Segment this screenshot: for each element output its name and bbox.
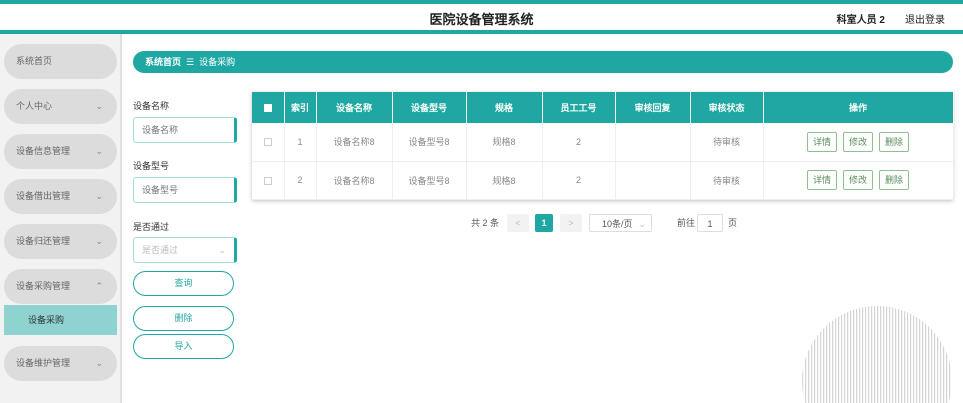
col-header: 操作 xyxy=(763,92,954,123)
device-model-input[interactable] xyxy=(133,177,237,203)
chevron-down-icon: ⌄ xyxy=(218,245,226,255)
sidebar-item-label: 设备采购管理 xyxy=(16,281,71,291)
row-checkbox[interactable] xyxy=(263,138,272,147)
row-checkbox[interactable] xyxy=(263,176,272,185)
cell-actions: 详情 修改 删除 xyxy=(763,161,954,200)
pass-label: 是否通过 xyxy=(133,222,170,232)
table-row: 1 设备名称8 设备型号8 规格8 2 待审核 详情 修改 删除 xyxy=(252,123,954,162)
sidebar-item-device-return[interactable]: 设备归还管理 ⌄ xyxy=(4,224,117,259)
breadcrumb-home[interactable]: 系统首页 xyxy=(145,57,181,67)
cell-model: 设备型号8 xyxy=(392,161,467,200)
detail-button[interactable]: 详情 xyxy=(806,131,837,152)
sidebar-item-personal[interactable]: 个人中心 ⌄ xyxy=(4,89,117,124)
sidebar-item-label: 设备借出管理 xyxy=(16,191,71,201)
device-model-label: 设备型号 xyxy=(133,161,170,171)
pager-total: 共 2 条 xyxy=(471,218,500,228)
chevron-down-icon: ⌄ xyxy=(95,101,103,111)
current-user: 科室人员 2 xyxy=(836,15,885,26)
sidebar: 系统首页 个人中心 ⌄ 设备信息管理 ⌄ 设备借出管理 ⌄ 设备归还管理 ⌄ 设… xyxy=(0,34,122,403)
header-divider xyxy=(0,30,963,34)
sidebar-item-label: 设备信息管理 xyxy=(16,146,71,156)
col-header: 员工工号 xyxy=(542,92,616,123)
cell-name: 设备名称8 xyxy=(316,161,393,200)
page-size-select[interactable]: 10条/页 ⌄ xyxy=(589,214,652,232)
query-button[interactable]: 查询 xyxy=(133,271,234,296)
logout-link[interactable]: 退出登录 xyxy=(905,11,945,26)
cell-status: 待审核 xyxy=(690,123,764,162)
pager-goto-label: 前往 xyxy=(677,218,696,228)
pass-select[interactable]: 是否通过 ⌄ xyxy=(133,237,237,263)
chevron-down-icon: ⌄ xyxy=(95,358,103,368)
breadcrumb-current: 设备采购 xyxy=(199,57,236,67)
col-header: 审核回复 xyxy=(615,92,691,123)
page-size-value: 10条/页 xyxy=(602,219,633,229)
chevron-down-icon: ⌄ xyxy=(95,191,103,201)
row-delete-button[interactable]: 删除 xyxy=(879,170,910,190)
col-header: 索引 xyxy=(284,92,317,123)
sidebar-item-label: 个人中心 xyxy=(16,101,53,111)
cell-spec: 规格8 xyxy=(466,161,543,200)
sidebar-item-home[interactable]: 系统首页 xyxy=(4,44,117,79)
pager-next-button[interactable]: > xyxy=(560,214,582,232)
sidebar-item-device-maintenance[interactable]: 设备维护管理 ⌄ xyxy=(4,346,117,381)
sidebar-item-device-purchase[interactable]: 设备采购管理 ⌃ xyxy=(4,269,117,304)
menu-icon: ☰ xyxy=(186,57,195,67)
col-header: 设备型号 xyxy=(392,92,467,123)
header: 医院设备管理系统 科室人员 2 退出登录 xyxy=(0,4,963,30)
sidebar-item-device-lend[interactable]: 设备借出管理 ⌄ xyxy=(4,179,117,214)
purchase-table: 索引 设备名称 设备型号 规格 员工工号 审核回复 审核状态 操作 1 设备名称… xyxy=(252,92,954,200)
sidebar-item-label: 设备维护管理 xyxy=(16,358,71,368)
pager-page-unit: 页 xyxy=(728,218,738,228)
cell-index: 2 xyxy=(284,161,317,200)
chevron-up-icon: ⌃ xyxy=(95,281,103,291)
chevron-down-icon: ⌄ xyxy=(95,146,103,156)
cell-model: 设备型号8 xyxy=(392,123,467,162)
col-header: 规格 xyxy=(466,92,543,123)
decorative-circle xyxy=(802,306,952,403)
sidebar-item-device-info[interactable]: 设备信息管理 ⌄ xyxy=(4,134,117,169)
breadcrumb: 系统首页 ☰ 设备采购 xyxy=(133,51,953,73)
select-all-checkbox[interactable] xyxy=(263,104,272,113)
pass-select-value: 是否通过 xyxy=(142,245,179,255)
sidebar-subitem-purchase[interactable]: 设备采购 xyxy=(4,305,117,335)
chevron-down-icon: ⌄ xyxy=(95,236,103,246)
cell-staff: 2 xyxy=(542,161,616,200)
cell-reply xyxy=(615,123,691,162)
cell-staff: 2 xyxy=(542,123,616,162)
import-button[interactable]: 导入 xyxy=(133,334,234,359)
pager-prev-button[interactable]: < xyxy=(507,214,529,232)
edit-button[interactable]: 修改 xyxy=(842,170,873,190)
col-header: 审核状态 xyxy=(690,92,764,123)
sidebar-item-label: 设备归还管理 xyxy=(16,236,71,246)
col-header: 设备名称 xyxy=(316,92,393,123)
table-header-row: 索引 设备名称 设备型号 规格 员工工号 审核回复 审核状态 操作 xyxy=(252,92,954,123)
row-delete-button[interactable]: 删除 xyxy=(879,131,910,152)
delete-button[interactable]: 删除 xyxy=(133,306,234,331)
cell-spec: 规格8 xyxy=(466,123,543,162)
detail-button[interactable]: 详情 xyxy=(806,170,837,190)
device-name-label: 设备名称 xyxy=(133,101,170,111)
row-select-cell xyxy=(252,123,285,162)
cell-reply xyxy=(615,161,691,200)
cell-name: 设备名称8 xyxy=(316,123,393,162)
chevron-down-icon: ⌄ xyxy=(638,219,646,229)
row-select-cell xyxy=(252,161,285,200)
cell-index: 1 xyxy=(284,123,317,162)
select-all-header xyxy=(252,92,285,123)
table-row: 2 设备名称8 设备型号8 规格8 2 待审核 详情 修改 删除 xyxy=(252,161,954,200)
pager-page-1[interactable]: 1 xyxy=(535,214,553,232)
app-title: 医院设备管理系统 xyxy=(429,12,534,27)
cell-actions: 详情 修改 删除 xyxy=(763,123,954,162)
sidebar-item-label: 系统首页 xyxy=(16,56,53,66)
device-name-input[interactable] xyxy=(133,117,237,143)
edit-button[interactable]: 修改 xyxy=(842,131,873,152)
cell-status: 待审核 xyxy=(690,161,764,200)
pager-goto-input[interactable]: 1 xyxy=(697,214,723,232)
